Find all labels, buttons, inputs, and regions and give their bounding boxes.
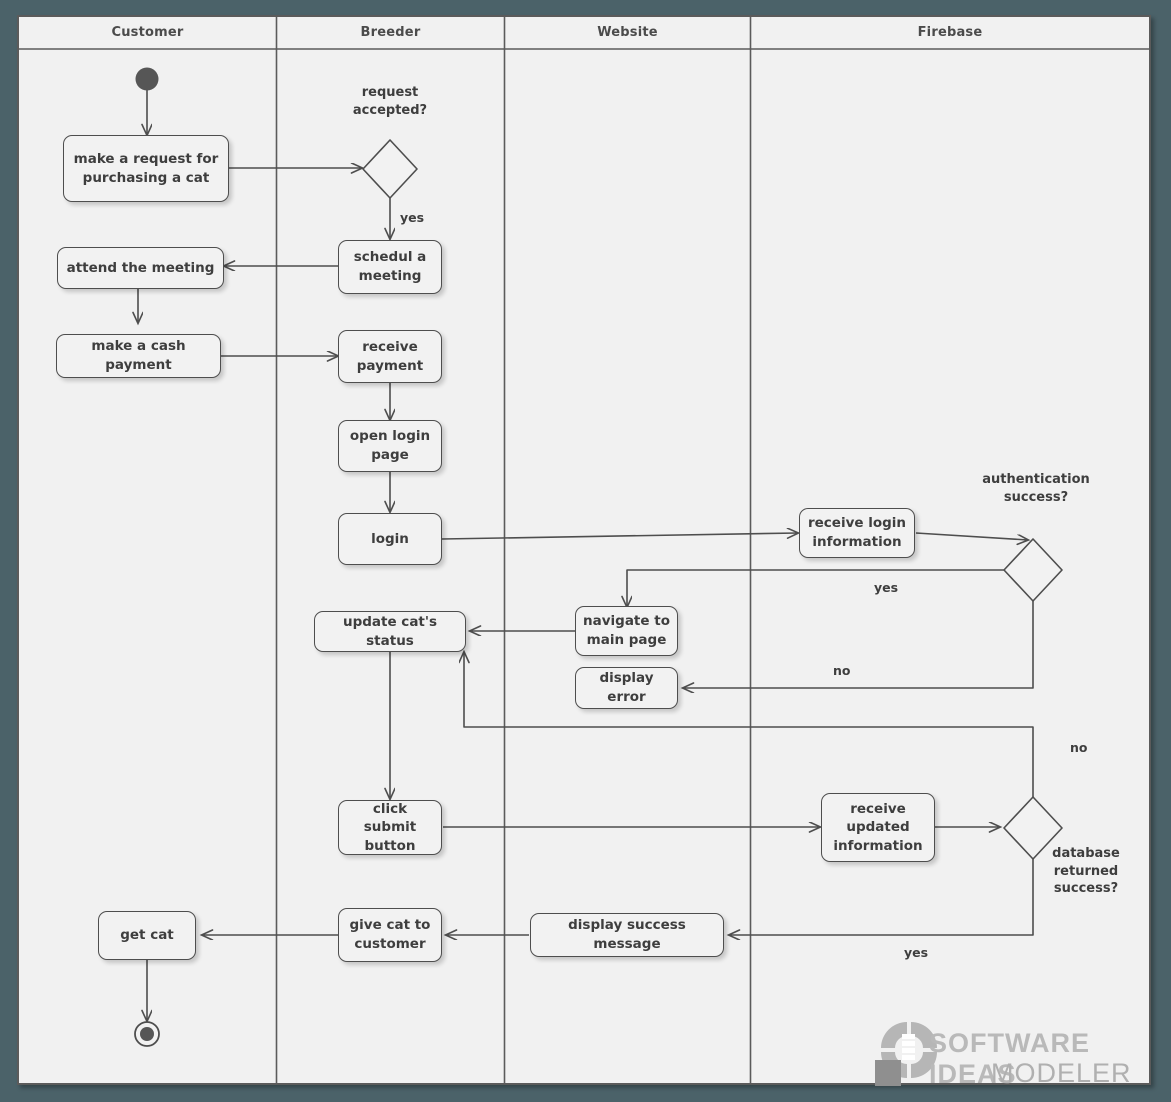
decision-label-authentication-success: authentication success? (982, 472, 1090, 505)
activity-click-submit-button[interactable]: click submit button (338, 800, 442, 855)
edge-db-yes-to-display-success (729, 858, 1034, 935)
edge-label-db-no: no (1070, 740, 1088, 755)
edge-db-no-to-update-status (464, 652, 1034, 798)
edge-auth-yes-to-navigate (627, 569, 1005, 607)
activity-receive-updated-information[interactable]: receive updated information (821, 793, 935, 862)
activity-navigate-to-main-page[interactable]: navigate to main page (575, 606, 678, 656)
final-node-core (140, 1027, 154, 1041)
decision-label-database-returned-success: database returned success? (1052, 846, 1120, 897)
edge-label-db-yes: yes (904, 945, 929, 960)
activity-open-login-page[interactable]: open login page (338, 420, 442, 472)
activity-give-cat-to-customer[interactable]: give cat to customer (338, 908, 442, 962)
activity-attend-the-meeting[interactable]: attend the meeting (57, 247, 224, 289)
watermark-software-ideas-modeler: SOFTWARE IDEAS MODELER (871, 1020, 1171, 1096)
activity-make-a-cash-payment[interactable]: make a cash payment (56, 334, 221, 378)
activity-receive-login-information[interactable]: receive login information (799, 508, 915, 558)
activity-schedul-a-meeting[interactable]: schedul a meeting (338, 240, 442, 294)
decision-authentication-success (1003, 538, 1063, 602)
activity-make-a-request[interactable]: make a request for purchasing a cat (63, 135, 229, 202)
activity-display-success-message[interactable]: display success message (530, 913, 724, 957)
edge-label-auth-no: no (833, 663, 851, 678)
edge-login-to-receive-login-info (441, 533, 798, 540)
activity-receive-payment[interactable]: receive payment (338, 330, 442, 383)
decision-label-request-accepted: request accepted? (352, 85, 428, 118)
decision-request-accepted (362, 139, 418, 199)
initial-node (135, 67, 159, 91)
edge-receivelogin-to-auth-decision (915, 532, 1028, 540)
edge-auth-no-to-display-error (683, 600, 1034, 688)
diagram-canvas: Customer Breeder Website Firebase make a… (0, 0, 1171, 1102)
watermark-line-2: MODELER (991, 1058, 1132, 1088)
activity-get-cat[interactable]: get cat (98, 911, 196, 960)
edge-label-request-yes: yes (400, 210, 425, 225)
activity-login[interactable]: login (338, 513, 442, 565)
activity-display-error[interactable]: display error (575, 667, 678, 709)
activity-update-cats-status[interactable]: update cat's status (314, 611, 466, 652)
edge-label-auth-yes: yes (874, 580, 899, 595)
